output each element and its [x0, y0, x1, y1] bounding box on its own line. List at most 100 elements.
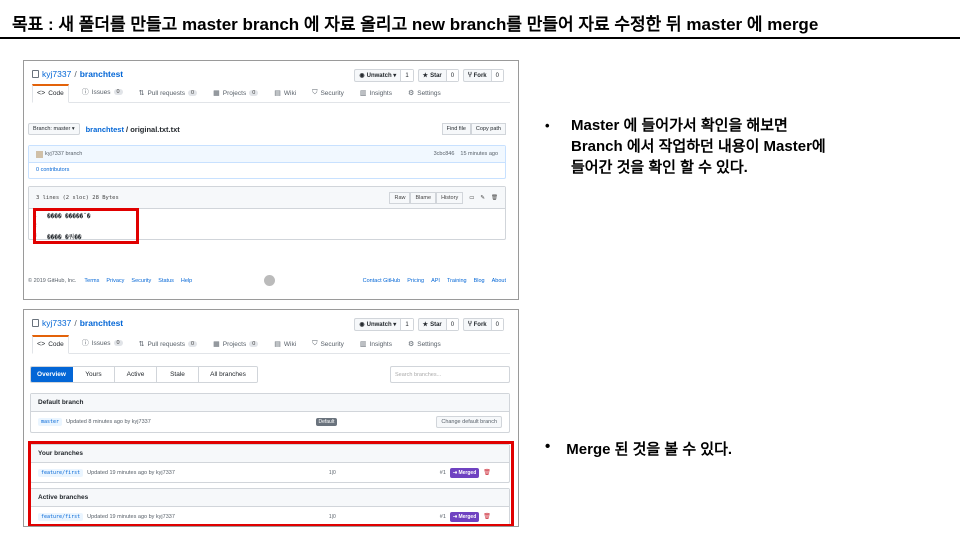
repo-owner-link[interactable]: kyj7337 — [42, 69, 71, 79]
star-label: Star — [430, 72, 442, 79]
tab-count: 0 — [113, 340, 123, 346]
repo-owner-link[interactable]: kyj7337 — [42, 318, 71, 328]
branch-select-button[interactable]: Branch: master ▾ — [28, 123, 80, 135]
fork-label: Fork — [473, 72, 487, 79]
footer-link[interactable]: Blog — [474, 278, 485, 284]
breadcrumb-file: original.txt.txt — [130, 124, 180, 134]
footer-link[interactable]: Privacy — [106, 278, 124, 284]
tab-settings[interactable]: ⚙ Settings — [405, 340, 444, 353]
desktop-icon[interactable]: ▭ — [469, 195, 474, 201]
subtab-stale[interactable]: Stale — [157, 367, 199, 382]
tab-settings[interactable]: ⚙ Settings — [405, 89, 444, 102]
change-default-branch-button[interactable]: Change default branch — [436, 416, 502, 428]
subtab-all-branches[interactable]: All branches — [199, 367, 257, 382]
shield-icon: ⛉ — [312, 89, 318, 96]
tab-code[interactable]: <> Code — [32, 335, 69, 354]
star-button[interactable]: ★ Star 0 — [417, 318, 460, 331]
tab-wiki[interactable]: ▤ Wiki — [271, 89, 299, 102]
fork-count[interactable]: 0 — [490, 70, 503, 81]
commit-message[interactable]: branch — [66, 151, 83, 157]
tab-label: Wiki — [283, 340, 297, 348]
repo-separator: / — [74, 318, 77, 328]
copy-path-button[interactable]: Copy path — [470, 123, 506, 135]
repo-name-link[interactable]: branchtest — [80, 318, 123, 328]
subtab-yours[interactable]: Yours — [73, 367, 115, 382]
tab-label: Pull requests — [147, 340, 186, 348]
contributors-link[interactable]: 0 contributors — [29, 163, 505, 177]
tab-count: 0 — [188, 90, 198, 96]
gear-icon: ⚙ — [407, 90, 415, 97]
find-file-button[interactable]: Find file — [441, 123, 471, 135]
unwatch-button[interactable]: ◉ Unwatch ▾ 1 — [354, 69, 414, 82]
tab-pull-requests[interactable]: ⇅ Pull requests 0 — [136, 89, 201, 102]
title-rule — [0, 37, 960, 39]
footer-link[interactable]: Pricing — [407, 278, 424, 284]
commit-time: 15 minutes ago — [460, 151, 498, 157]
branch-name-link[interactable]: master — [38, 418, 63, 426]
footer-link[interactable]: About — [492, 278, 506, 284]
footer-link[interactable]: Help — [181, 278, 192, 284]
footer-link[interactable]: Contact GitHub — [363, 278, 401, 284]
tab-issues[interactable]: ⓘ Issues 0 — [79, 87, 126, 102]
star-count[interactable]: 0 — [445, 70, 459, 81]
repo-separator: / — [74, 69, 77, 79]
trash-icon[interactable]: 🗑 — [491, 195, 498, 201]
pencil-icon[interactable]: ✎ — [480, 195, 485, 201]
path-buttons: Find file Copy path — [441, 123, 506, 135]
issue-icon: ⓘ — [81, 340, 89, 347]
tab-issues[interactable]: ⓘ Issues 0 — [79, 338, 126, 353]
subtab-overview[interactable]: Overview — [31, 367, 73, 382]
unwatch-count[interactable]: 1 — [400, 70, 413, 81]
tab-code[interactable]: <> Code — [32, 84, 69, 103]
tab-pull-requests[interactable]: ⇅ Pull requests 0 — [136, 340, 201, 353]
commit-author[interactable]: kyj7337 — [45, 151, 64, 157]
tab-projects[interactable]: ▦ Projects 0 — [210, 89, 261, 102]
search-branches-input[interactable]: Search branches... — [390, 366, 510, 383]
tab-label: Code — [48, 341, 64, 348]
fork-count[interactable]: 0 — [490, 319, 503, 330]
wiki-icon: ▤ — [274, 90, 281, 97]
repo-tabs: <> Code ⓘ Issues 0 ⇅ Pull requests 0 ▦ Project… — [32, 84, 510, 103]
tab-label: Projects — [222, 89, 247, 97]
github-mark-icon[interactable] — [264, 275, 276, 286]
repo-heading: kyj7337 / branchtest — [32, 69, 123, 79]
avatar — [36, 150, 43, 158]
blame-button[interactable]: Blame — [410, 191, 437, 204]
raw-button[interactable]: Raw — [389, 191, 411, 204]
footer-link[interactable]: Training — [447, 278, 467, 284]
footer-link[interactable]: Terms — [84, 278, 99, 284]
fork-button[interactable]: Ⴤ Fork 0 — [463, 69, 504, 82]
tab-insights[interactable]: ▥ Insights — [357, 340, 395, 353]
bullet-2: • Merge 된 것을 볼 수 있다. — [545, 438, 732, 459]
subtab-active[interactable]: Active — [115, 367, 157, 382]
unwatch-button[interactable]: ◉ Unwatch ▾ 1 — [354, 318, 414, 331]
history-button[interactable]: History — [436, 191, 464, 204]
wiki-icon: ▤ — [274, 341, 281, 348]
tab-wiki[interactable]: ▤ Wiki — [271, 340, 299, 353]
footer-link[interactable]: Security — [131, 278, 151, 284]
tab-security[interactable]: ⛉ Security — [309, 340, 347, 353]
content-highlight-box — [33, 208, 139, 244]
tab-projects[interactable]: ▦ Projects 0 — [210, 340, 261, 353]
tab-security[interactable]: ⛉ Security — [309, 89, 347, 102]
tab-insights[interactable]: ▥ Insights — [357, 89, 395, 102]
footer-link[interactable]: API — [431, 278, 440, 284]
unwatch-count[interactable]: 1 — [400, 319, 413, 330]
tab-label: Pull requests — [147, 89, 186, 97]
commit-sha[interactable]: 3cbc846 — [434, 151, 455, 157]
repo-name-link[interactable]: branchtest — [80, 69, 123, 79]
latest-commit-box: kyj7337 branch 3cbc846 15 minutes ago 0 … — [28, 145, 506, 179]
breadcrumb-repo-link[interactable]: branchtest — [86, 125, 124, 134]
repo-book-icon — [32, 319, 39, 327]
default-branch-panel: Default branch master Updated 8 minutes … — [30, 393, 510, 433]
repo-actions: ◉ Unwatch ▾ 1 ★ Star 0 Ⴤ Fork 0 — [354, 69, 504, 82]
graph-icon: ▥ — [359, 341, 367, 348]
panel-header: Default branch — [31, 394, 509, 412]
star-icon: ★ — [422, 322, 429, 328]
footer-link[interactable]: Status — [158, 278, 174, 284]
star-button[interactable]: ★ Star 0 — [417, 69, 460, 82]
footer-links: Terms Privacy Security Status Help — [84, 278, 192, 284]
star-count[interactable]: 0 — [445, 319, 459, 330]
pull-request-icon: ⇅ — [138, 341, 145, 348]
fork-button[interactable]: Ⴤ Fork 0 — [463, 318, 504, 331]
